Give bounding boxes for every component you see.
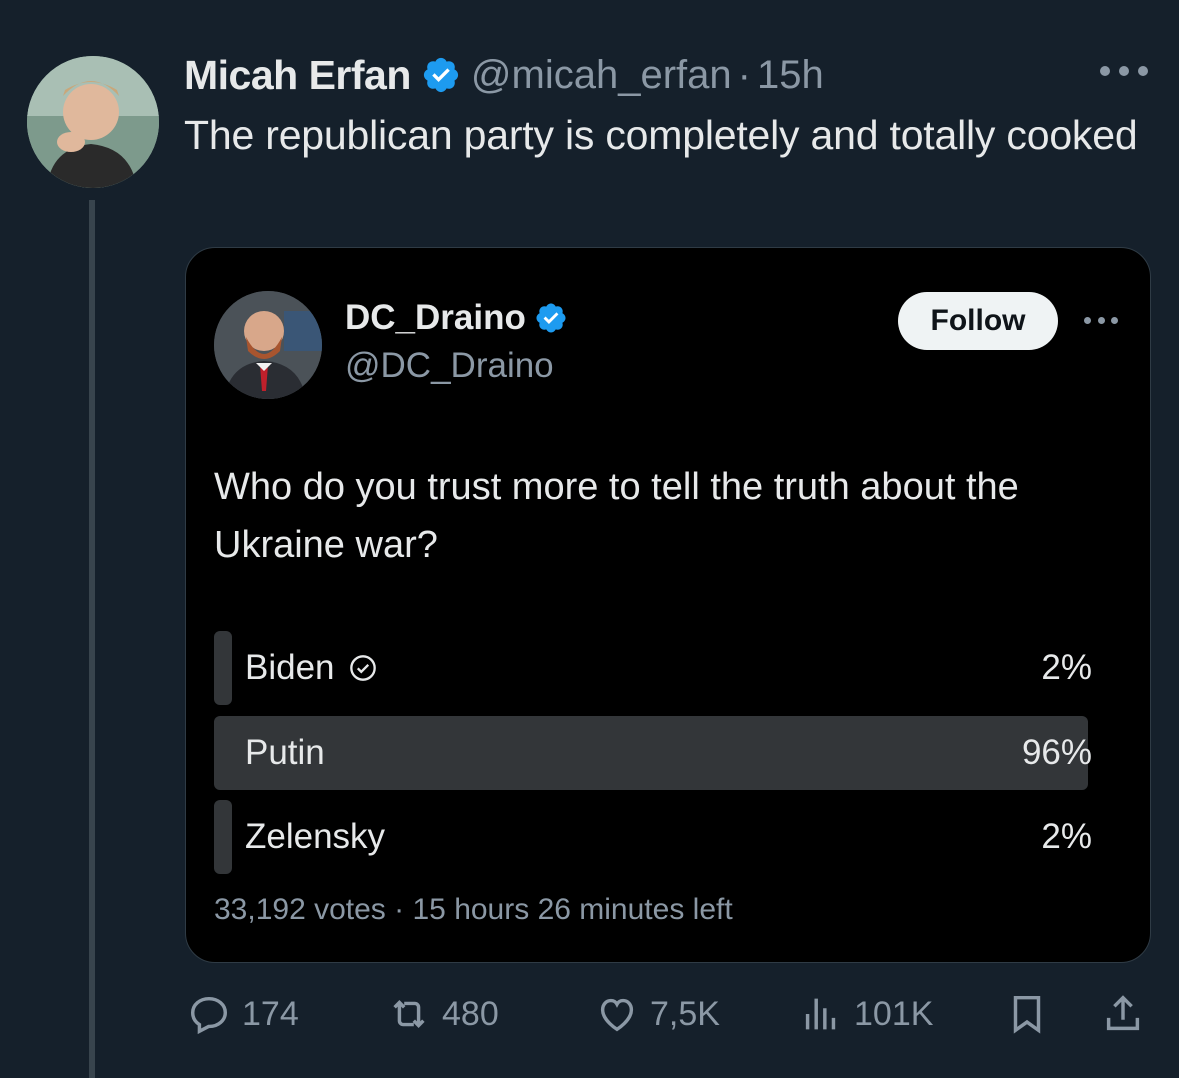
poll-option-percent: 2% <box>1041 648 1092 687</box>
poll-meta-separator: · <box>394 893 405 926</box>
quoted-tweet-image[interactable]: DC_Draino @DC_Draino Follow Who do you t… <box>185 247 1151 963</box>
more-icon[interactable] <box>1100 56 1148 86</box>
poll-bar <box>214 631 232 705</box>
check-circle-icon <box>349 655 376 681</box>
author-name[interactable]: Micah Erfan <box>184 52 411 99</box>
verified-badge-icon <box>536 303 566 333</box>
views-icon <box>805 998 836 1030</box>
tweet-header: Micah Erfan @micah_erfan · 15h <box>184 50 824 100</box>
verified-badge-icon <box>423 57 458 93</box>
more-icon <box>1084 315 1118 325</box>
repost-button[interactable]: 480 <box>386 988 499 1040</box>
views-button[interactable]: 101K <box>798 988 933 1040</box>
poll-bar <box>214 800 232 874</box>
views-count: 101K <box>854 994 934 1033</box>
quoted-name-row: DC_Draino <box>345 298 568 338</box>
poll-option-label: Biden <box>245 648 335 687</box>
reply-count: 174 <box>242 994 299 1033</box>
poll-bar <box>214 716 1088 790</box>
author-avatar[interactable] <box>27 56 159 188</box>
poll-meta: 33,192 votes · 15 hours 26 minutes left <box>214 893 733 927</box>
like-button[interactable]: 7,5K <box>594 988 720 1040</box>
poll-votes: 33,192 votes <box>214 893 386 926</box>
poll-option-putin: Putin 96% <box>214 716 1092 790</box>
repost-icon <box>393 1000 425 1028</box>
poll-option-biden: Biden 2% <box>214 631 1092 705</box>
poll-option-label: Zelensky <box>245 817 386 856</box>
quoted-author-name: DC_Draino <box>345 298 526 337</box>
poll-option-zelensky: Zelensky 2% <box>214 800 1092 874</box>
like-count: 7,5K <box>650 994 720 1033</box>
author-handle[interactable]: @micah_erfan <box>471 53 732 98</box>
poll-option-percent: 2% <box>1041 817 1092 856</box>
tweet-text: The republican party is completely and t… <box>184 112 1138 158</box>
quoted-author-avatar <box>214 291 322 399</box>
reply-button[interactable]: 174 <box>186 988 299 1040</box>
repost-count: 480 <box>442 994 499 1033</box>
tweet-time[interactable]: 15h <box>757 53 824 98</box>
header-separator: · <box>737 52 751 97</box>
follow-button: Follow <box>898 292 1058 350</box>
reply-icon <box>190 996 228 1035</box>
bookmark-icon <box>1013 995 1041 1034</box>
poll-option-percent: 96% <box>1021 733 1092 772</box>
action-bar: 174 480 7,5K 101K <box>0 988 1179 1040</box>
poll-option-label: Putin <box>245 733 325 772</box>
heart-icon <box>600 998 634 1032</box>
share-button[interactable] <box>1100 988 1156 1040</box>
quoted-author-handle: @DC_Draino <box>345 346 554 385</box>
poll-question: Who do you trust more to tell the truth … <box>214 466 1019 566</box>
bookmark-button[interactable] <box>1004 988 1060 1040</box>
poll-time-left: 15 hours 26 minutes left <box>412 893 733 926</box>
thread-line <box>89 200 95 1078</box>
share-icon <box>1106 995 1140 1031</box>
